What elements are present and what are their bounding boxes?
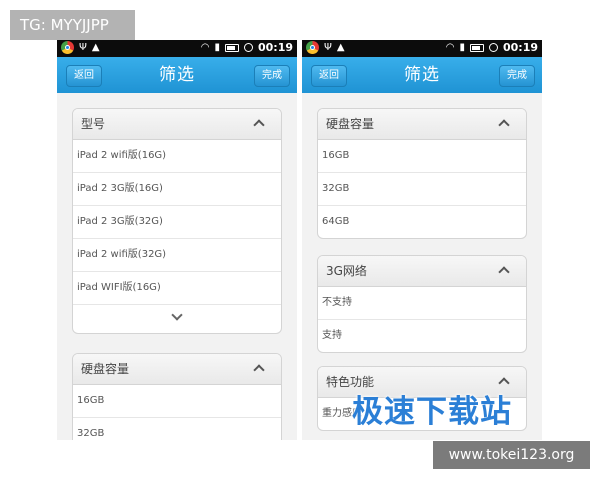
chevron-up-icon — [253, 119, 265, 131]
section-title: 3G网络 — [326, 264, 367, 278]
section-title: 型号 — [81, 117, 106, 131]
list-item[interactable]: iPad 2 3G版(32G) — [73, 206, 281, 239]
usb-icon: Ψ — [79, 42, 87, 53]
network-section-header[interactable]: 3G网络 — [318, 256, 526, 287]
storage-filter-section: 硬盘容量 16GB 32GB 64GB — [317, 108, 527, 239]
watermark-url: www.tokei123.org — [433, 441, 590, 469]
list-item[interactable]: 64GB — [318, 206, 526, 238]
storage-section-header[interactable]: 硬盘容量 — [318, 109, 526, 140]
done-button[interactable]: 完成 — [499, 65, 535, 87]
alarm-icon — [243, 43, 253, 52]
list-item[interactable]: 32GB — [318, 173, 526, 206]
storage-filter-section: 硬盘容量 16GB 32GB — [72, 353, 282, 440]
section-title: 硬盘容量 — [326, 117, 375, 131]
model-section-header[interactable]: 型号 — [73, 109, 281, 140]
show-more-button[interactable] — [73, 305, 281, 333]
model-filter-section: 型号 iPad 2 wifi版(16G) iPad 2 3G版(16G) iPa… — [72, 108, 282, 334]
list-item[interactable]: 16GB — [318, 140, 526, 173]
signal-icon: ▮ — [459, 42, 465, 53]
right-phone-screen: Ψ ▲ ◠ ▮ 00:19 返回 筛选 完成 硬盘容量 16GB 32GB 64… — [302, 40, 542, 440]
android-icon: ▲ — [336, 42, 345, 53]
chevron-down-icon — [171, 309, 183, 321]
watermark-brand: 极速下载站 — [352, 394, 512, 430]
status-bar: Ψ ▲ ◠ ▮ 00:19 — [302, 40, 542, 57]
status-time: 00:19 — [257, 41, 293, 54]
wifi-icon: ◠ — [445, 42, 455, 53]
usb-icon: Ψ — [324, 42, 332, 53]
browser-icon — [61, 41, 74, 54]
storage-section-header[interactable]: 硬盘容量 — [73, 354, 281, 385]
section-title: 硬盘容量 — [81, 362, 130, 376]
list-item[interactable]: iPad WIFI版(16G) — [73, 272, 281, 305]
list-item[interactable]: iPad 2 3G版(16G) — [73, 173, 281, 206]
network-filter-section: 3G网络 不支持 支持 — [317, 255, 527, 353]
wifi-icon: ◠ — [200, 42, 210, 53]
list-item[interactable]: 32GB — [73, 418, 281, 440]
alarm-icon — [488, 43, 498, 52]
battery-icon — [469, 43, 484, 52]
title-bar: 返回 筛选 完成 — [302, 57, 542, 93]
battery-icon — [224, 43, 239, 52]
status-time: 00:19 — [502, 41, 538, 54]
list-item[interactable]: 支持 — [318, 320, 526, 352]
list-item[interactable]: 16GB — [73, 385, 281, 418]
done-button[interactable]: 完成 — [254, 65, 290, 87]
android-icon: ▲ — [91, 42, 100, 53]
title-bar: 返回 筛选 完成 — [57, 57, 297, 93]
chevron-up-icon — [498, 119, 510, 131]
list-item[interactable]: iPad 2 wifi版(32G) — [73, 239, 281, 272]
list-item[interactable]: 不支持 — [318, 287, 526, 320]
list-item[interactable]: iPad 2 wifi版(16G) — [73, 140, 281, 173]
left-phone-screen: Ψ ▲ ◠ ▮ 00:19 返回 筛选 完成 型号 iPad 2 wifi版(1… — [57, 40, 297, 440]
browser-icon — [306, 41, 319, 54]
watermark-tag: TG: MYYJJPP — [10, 10, 135, 40]
status-bar: Ψ ▲ ◠ ▮ 00:19 — [57, 40, 297, 57]
chevron-up-icon — [253, 364, 265, 376]
chevron-up-icon — [498, 266, 510, 278]
signal-icon: ▮ — [214, 42, 220, 53]
